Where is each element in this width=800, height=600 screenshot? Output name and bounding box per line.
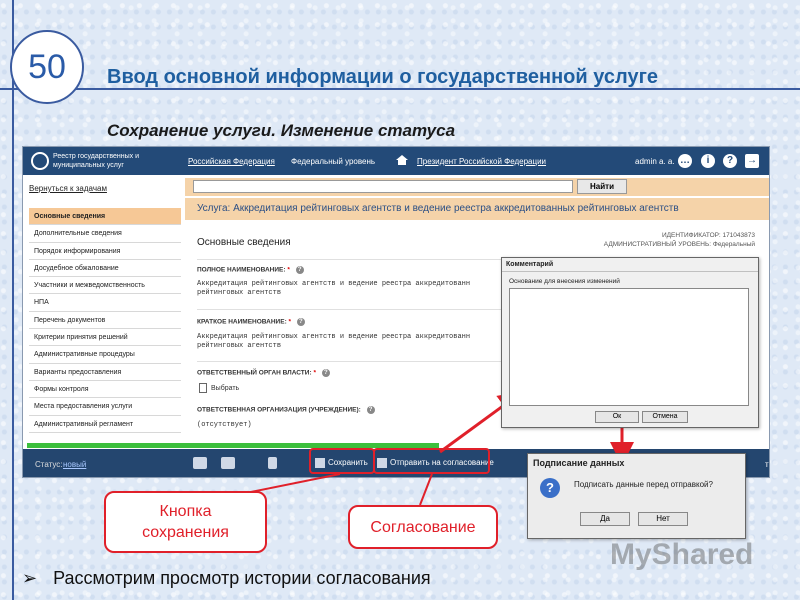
export-icon[interactable] xyxy=(268,457,277,469)
user-name[interactable]: admin a. a. xyxy=(635,157,675,166)
arrow-to-send xyxy=(419,473,433,506)
comment-ok-button[interactable]: Ок xyxy=(595,411,639,423)
help-icon[interactable]: ? xyxy=(723,154,737,168)
print-icon[interactable] xyxy=(193,457,207,469)
search-strip: Найти xyxy=(185,178,769,196)
bullet-text: Рассмотрим просмотр истории согласования xyxy=(53,568,431,588)
sidebar-item-basic-info[interactable]: Основные сведения xyxy=(29,208,181,226)
search-button[interactable]: Найти xyxy=(577,179,627,194)
slide-title: Ввод основной информации о государственн… xyxy=(107,66,659,88)
slide-number: 50 xyxy=(10,30,84,104)
full-name-line-1: Аккредитация рейтинговых агентств и веде… xyxy=(197,280,471,288)
required-star: * xyxy=(313,369,316,377)
sidebar-item-appeal[interactable]: Досудебное обжалование xyxy=(29,260,181,278)
arrow-bullet-icon: ➢ xyxy=(22,568,38,588)
sidebar-item-npa[interactable]: НПА xyxy=(29,294,181,312)
info-icon[interactable]: i xyxy=(701,154,715,168)
sign-dialog-title: Подписание данных xyxy=(533,458,625,468)
short-name-label-text: КРАТКОЕ НАИМЕНОВАНИЕ: xyxy=(197,318,287,326)
service-title: Услуга: Аккредитация рейтинговых агентст… xyxy=(185,198,769,220)
sidebar-item-procedures[interactable]: Административные процедуры xyxy=(29,346,181,364)
full-name-value[interactable]: Аккредитация рейтинговых агентств и веде… xyxy=(197,280,507,298)
required-star: * xyxy=(288,318,292,326)
help-icon[interactable]: ? xyxy=(295,266,304,274)
full-name-line-2: рейтинговых агентств xyxy=(197,289,282,297)
help-icon[interactable]: ? xyxy=(296,318,305,326)
registry-logo-icon[interactable] xyxy=(31,152,49,170)
short-name-label: КРАТКОЕ НАИМЕНОВАНИЕ: * ? xyxy=(197,318,305,326)
app-topbar: Реестр государственных и муниципальных у… xyxy=(23,147,769,175)
sign-dialog: Подписание данных ? Подписать данные пер… xyxy=(527,453,746,539)
sidebar-item-documents[interactable]: Перечень документов xyxy=(29,312,181,330)
authority-label-text: ОТВЕТСТВЕННЫЙ ОРГАН ВЛАСТИ: xyxy=(197,369,312,377)
bullet-point: ➢ Рассмотрим просмотр истории согласовани… xyxy=(22,568,431,589)
monitor-icon[interactable] xyxy=(221,457,235,469)
section-title: Основные сведения xyxy=(197,237,291,248)
sidebar-item-informing[interactable]: Порядок информирования xyxy=(29,243,181,260)
comment-dialog-title: Комментарий xyxy=(502,258,758,272)
sidebar-item-additional-info[interactable]: Дополнительные сведения xyxy=(29,225,181,243)
level-label: Федеральный уровень xyxy=(291,157,376,166)
search-input[interactable] xyxy=(193,180,573,193)
comment-label: Основание для внесения изменений xyxy=(509,278,620,285)
choose-authority-button[interactable]: Выбрать xyxy=(199,383,239,393)
slide-vertical-line xyxy=(12,0,14,600)
registry-logo-text[interactable]: Реестр государственных и муниципальных у… xyxy=(53,152,163,170)
book-icon xyxy=(199,383,207,393)
status-tail-text: ть xyxy=(765,460,769,469)
comment-cancel-button[interactable]: Отмена xyxy=(642,411,688,423)
slide-subtitle: Сохранение услуги. Изменение статуса xyxy=(107,121,456,140)
approve-callout: Согласование xyxy=(348,505,498,549)
comment-dialog: Комментарий Основание для внесения измен… xyxy=(501,257,759,428)
help-icon[interactable]: ? xyxy=(321,369,330,377)
sidebar-item-criteria[interactable]: Критерии принятия решений xyxy=(29,329,181,347)
sidebar-nav: Основные сведения Дополнительные сведени… xyxy=(29,208,181,433)
org-label-text: ОТВЕТСТВЕННАЯ ОРГАНИЗАЦИЯ (УЧРЕЖДЕНИЕ): xyxy=(197,406,361,414)
send-highlight xyxy=(373,448,490,474)
question-icon: ? xyxy=(540,478,560,498)
sidebar: Вернуться к задачам Основные сведения До… xyxy=(23,175,185,455)
full-name-label-text: ПОЛНОЕ НАИМЕНОВАНИЕ: xyxy=(197,266,286,274)
identifier-text: ИДЕНТИФИКАТОР: 171043873 xyxy=(661,232,755,239)
comment-textarea[interactable] xyxy=(509,288,749,406)
help-icon[interactable]: ? xyxy=(366,406,375,414)
required-star: * xyxy=(287,266,290,274)
authority-label: ОТВЕТСТВЕННЫЙ ОРГАН ВЛАСТИ: * ? xyxy=(197,369,330,377)
short-name-value[interactable]: Аккредитация рейтинговых агентств и веде… xyxy=(197,333,507,351)
sign-yes-button[interactable]: Да xyxy=(580,512,630,526)
org-value: (отсутствует) xyxy=(197,421,252,429)
sign-dialog-message: Подписать данные перед отправкой? xyxy=(574,480,713,489)
save-callout: Кнопка сохранения xyxy=(104,491,267,553)
admin-level-text: АДМИНИСТРАТИВНЫЙ УРОВЕНЬ: Федеральный xyxy=(603,241,755,248)
sidebar-item-places[interactable]: Места предоставления услуги xyxy=(29,398,181,416)
logout-icon[interactable]: → xyxy=(745,154,759,168)
save-highlight xyxy=(309,448,375,474)
sidebar-item-participants[interactable]: Участники и межведомственность xyxy=(29,277,181,295)
sign-no-button[interactable]: Нет xyxy=(638,512,688,526)
short-name-line-2: рейтинговых агентств xyxy=(197,342,282,350)
watermark: MyShared xyxy=(610,538,754,571)
region-link[interactable]: Российская Федерация xyxy=(188,157,275,166)
sidebar-item-control-forms[interactable]: Формы контроля xyxy=(29,381,181,399)
sidebar-item-regulation[interactable]: Административный регламент xyxy=(29,416,181,433)
service-identifier: ИДЕНТИФИКАТОР: 171043873 АДМИНИСТРАТИВНЫ… xyxy=(604,231,755,249)
org-link[interactable]: Президент Российской Федерации xyxy=(417,157,546,166)
chat-icon[interactable]: … xyxy=(678,154,692,168)
choose-label: Выбрать xyxy=(211,384,240,392)
back-to-tasks-link[interactable]: Вернуться к задачам xyxy=(29,184,107,193)
house-icon[interactable] xyxy=(395,154,409,166)
sidebar-item-variants[interactable]: Варианты предоставления xyxy=(29,364,181,381)
status-label: Статус: xyxy=(35,460,63,469)
org-label: ОТВЕТСТВЕННАЯ ОРГАНИЗАЦИЯ (УЧРЕЖДЕНИЕ): … xyxy=(197,406,375,414)
full-name-label: ПОЛНОЕ НАИМЕНОВАНИЕ: * ? xyxy=(197,266,304,274)
status-value[interactable]: новый xyxy=(63,460,86,469)
short-name-line-1: Аккредитация рейтинговых агентств и веде… xyxy=(197,333,471,341)
